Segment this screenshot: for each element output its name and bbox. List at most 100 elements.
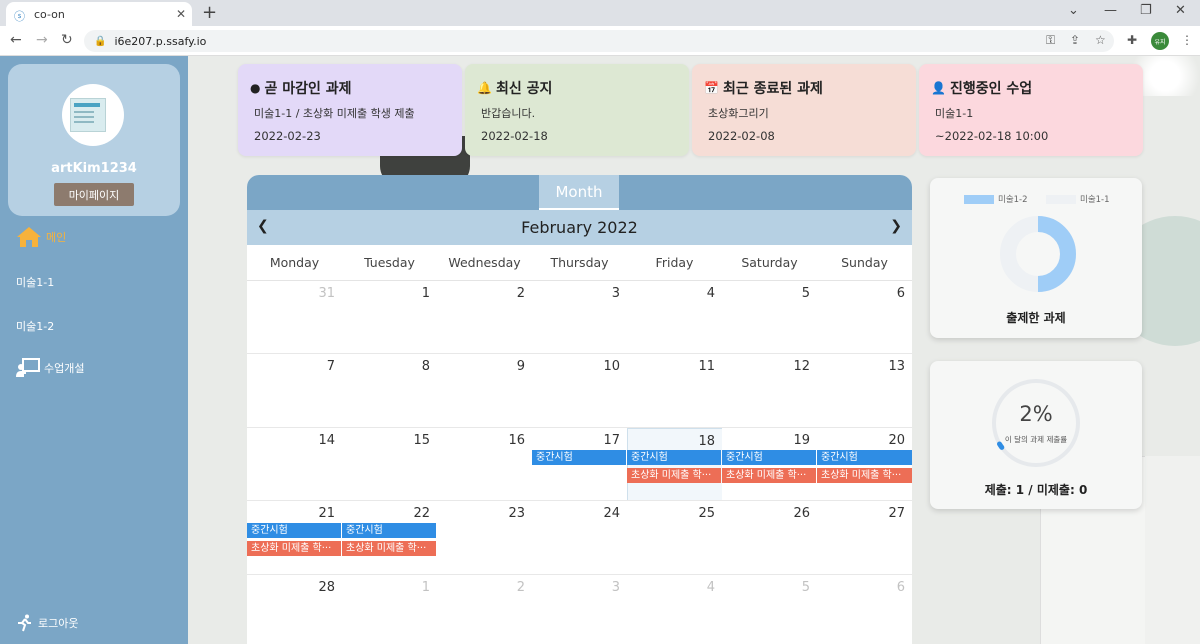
- close-tab-icon[interactable]: ✕: [176, 7, 186, 21]
- donut-chart: [1000, 216, 1076, 292]
- chart-card-title: 출제한 과제: [1006, 311, 1066, 325]
- calendar-week: 31 1 2 3 4 5 6: [247, 281, 912, 355]
- maximize-icon[interactable]: ❐: [1140, 3, 1152, 18]
- calendar-day[interactable]: 1: [342, 575, 437, 644]
- site-favicon-icon: ⓢ: [14, 10, 25, 23]
- card-line1: 반갑습니다.: [481, 107, 536, 120]
- calendar-day[interactable]: 24: [532, 501, 627, 573]
- card-line2: 2022-02-18: [481, 129, 548, 143]
- card-recent-closed[interactable]: 📅 최근 종료된 과제 초상화그리기 2022-02-08: [692, 64, 916, 156]
- event-portrait[interactable]: 초상화 미제출 학···: [627, 467, 721, 483]
- event-exam[interactable]: 중간시험: [247, 523, 341, 539]
- calendar-day[interactable]: 2: [437, 575, 532, 644]
- url-text: i6e207.p.ssafy.io: [114, 34, 207, 48]
- next-month-icon[interactable]: ❯: [890, 218, 902, 234]
- event-portrait[interactable]: 초상화 미제출 학···: [722, 467, 816, 483]
- close-window-icon[interactable]: ✕: [1175, 3, 1186, 18]
- calendar-day[interactable]: 2: [437, 281, 532, 353]
- calendar-day[interactable]: 6: [817, 575, 912, 644]
- calendar-day[interactable]: 23: [437, 501, 532, 573]
- share-icon[interactable]: ⇪: [1070, 33, 1080, 47]
- browser-tab[interactable]: ⓢ co-on ✕: [6, 2, 192, 26]
- home-icon: [16, 226, 42, 248]
- sidebar-item-art-1-2[interactable]: 미술1-2: [16, 318, 54, 334]
- calendar-day[interactable]: 15: [342, 428, 437, 500]
- calendar-day[interactable]: 12: [722, 354, 817, 426]
- url-field[interactable]: 🔒 i6e207.p.ssafy.io: [84, 30, 1114, 52]
- card-title: 최신 공지: [495, 81, 553, 97]
- menu-icon[interactable]: ⋮: [1181, 33, 1193, 47]
- calendar-day[interactable]: 8: [342, 354, 437, 426]
- logout-label: 로그아웃: [38, 617, 79, 630]
- event-portrait[interactable]: 초상화 미제출 학···: [247, 541, 341, 557]
- tab-search-icon[interactable]: ⌄: [1068, 3, 1079, 18]
- card-latest-notice[interactable]: 🔔 최신 공지 반갑습니다. 2022-02-18: [465, 64, 689, 156]
- month-title: February 2022: [521, 218, 638, 237]
- weekday-label: Wednesday: [448, 255, 521, 270]
- calendar-week: 21 22 23 24 25 26 27 중간시험 중간시험 초상화 미제출 학…: [247, 501, 912, 575]
- calendar-day[interactable]: 5: [722, 281, 817, 353]
- calendar-day[interactable]: 4: [627, 575, 722, 644]
- bookmark-star-icon[interactable]: ☆: [1095, 33, 1106, 47]
- event-exam[interactable]: 중간시험: [817, 449, 912, 465]
- card-line1: 미술1-1 / 초상화 미제출 학생 제출: [254, 107, 415, 120]
- calendar-day[interactable]: 16: [437, 428, 532, 500]
- back-icon[interactable]: ←: [10, 32, 22, 48]
- card-ongoing-class[interactable]: 👤 진행중인 수업 미술1-1 ~2022-02-18 10:00: [919, 64, 1143, 156]
- sidebar-item-open-class[interactable]: 수업개설: [16, 358, 84, 378]
- calendar-day[interactable]: 26: [722, 501, 817, 573]
- calendar-day[interactable]: 27: [817, 501, 912, 573]
- calendar-day[interactable]: 28: [247, 575, 342, 644]
- calendar-day[interactable]: 31: [247, 281, 342, 353]
- calendar-day[interactable]: 11: [627, 354, 722, 426]
- weekday-label: Thursday: [550, 255, 609, 270]
- calendar-day[interactable]: 10: [532, 354, 627, 426]
- calendar-day[interactable]: 6: [817, 281, 912, 353]
- sidebar-item-main[interactable]: 메인: [16, 226, 66, 248]
- calendar-day[interactable]: 3: [532, 281, 627, 353]
- legend-item: 미술1-1: [1046, 193, 1110, 205]
- logout-button[interactable]: 로그아웃: [16, 614, 78, 632]
- calendar-day[interactable]: 1: [342, 281, 437, 353]
- card-line2: ~2022-02-18 10:00: [935, 129, 1049, 143]
- calendar-day[interactable]: 13: [817, 354, 912, 426]
- key-icon[interactable]: ⚿: [1046, 33, 1055, 48]
- calendar-day[interactable]: 25: [627, 501, 722, 573]
- event-exam[interactable]: 중간시험: [342, 523, 436, 539]
- forward-icon[interactable]: →: [36, 32, 48, 48]
- event-portrait[interactable]: 초상화 미제출 학···: [817, 467, 912, 483]
- bell-icon: 🔔: [477, 81, 492, 95]
- card-title: 곧 마감인 과제: [264, 81, 352, 97]
- donut-slice-art-1-2: [1037, 216, 1076, 292]
- tab-month[interactable]: Month: [539, 175, 619, 210]
- new-tab-icon[interactable]: +: [202, 2, 217, 24]
- card-title: 진행중인 수업: [949, 81, 1033, 97]
- extensions-icon[interactable]: ✚: [1127, 33, 1137, 47]
- sidebar-item-art-1-1[interactable]: 미술1-1: [16, 274, 54, 290]
- lock-icon: 🔒: [94, 35, 107, 47]
- mypage-button[interactable]: 마이페이지: [54, 183, 134, 206]
- calendar-day[interactable]: 9: [437, 354, 532, 426]
- event-exam[interactable]: 중간시험: [722, 449, 816, 465]
- app-area: artKim1234 마이페이지 메인 미술1-1 미술1-2 수업개설 로그아…: [0, 56, 1200, 644]
- calendar-day[interactable]: 5: [722, 575, 817, 644]
- card-line1: 미술1-1: [935, 107, 974, 120]
- chalkboard-user-icon: 👤: [931, 81, 946, 95]
- browser-tab-strip: ⓢ co-on ✕ + ⌄ — ❐ ✕: [0, 0, 1200, 26]
- calendar-day[interactable]: 14: [247, 428, 342, 500]
- event-exam[interactable]: 중간시험: [532, 449, 626, 465]
- submission-rate-card: 2% 이 달의 과제 제출률 제출: 1 / 미제출: 0: [930, 361, 1142, 509]
- card-deadline-soon[interactable]: ● 곧 마감인 과제 미술1-1 / 초상화 미제출 학생 제출 2022-02-…: [238, 64, 462, 156]
- event-portrait[interactable]: 초상화 미제출 학···: [342, 541, 436, 557]
- prev-month-icon[interactable]: ❮: [257, 218, 269, 234]
- weekday-header: Monday Tuesday Wednesday Thursday Friday…: [247, 245, 912, 281]
- event-exam[interactable]: 중간시험: [627, 449, 721, 465]
- minimize-icon[interactable]: —: [1104, 3, 1117, 18]
- calendar-day[interactable]: 4: [627, 281, 722, 353]
- profile-avatar[interactable]: 유지: [1151, 32, 1169, 50]
- calendar-day[interactable]: 3: [532, 575, 627, 644]
- address-bar-row: ← → ↻ 🔒 i6e207.p.ssafy.io ⚿ ⇪ ☆ ✚ 유지 ⋮: [0, 26, 1200, 56]
- reload-icon[interactable]: ↻: [61, 32, 73, 48]
- username: artKim1234: [51, 161, 137, 176]
- calendar-day[interactable]: 7: [247, 354, 342, 426]
